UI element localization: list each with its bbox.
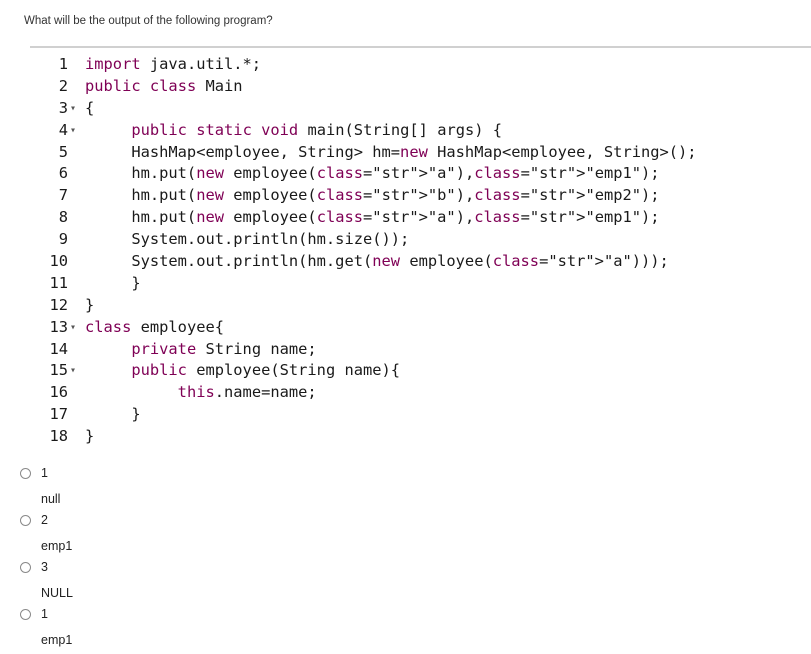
code-text: System.out.println(hm.get(new employee(c… [85,252,669,271]
code-text: hm.put(new employee(class="str">"a"),cla… [85,208,660,227]
line-number: 12 [49,295,68,314]
code-line: 16 this.name=name; [30,382,811,404]
code-text: class employee{ [85,317,225,336]
line-number: 17 [49,405,68,424]
code-line: 13 ▾ class employee{ [30,317,811,339]
radio-button[interactable] [20,562,31,573]
line-number: 9 [58,230,68,249]
code-line: 18} [30,426,811,448]
code-line: 10 System.out.println(hm.get(new employe… [30,251,811,273]
code-line: 7 hm.put(new employee(class="str">"b"),c… [30,185,811,207]
option-line-2: NULL [41,586,73,600]
line-number: 4 [58,120,68,139]
line-number: 14 [49,339,68,358]
line-number: 8 [58,208,68,227]
code-text: System.out.println(hm.size()); [85,230,410,249]
option-line-2: null [41,492,61,506]
fold-toggle-icon[interactable]: ▾ [70,360,80,382]
question-text: What will be the output of the following… [24,15,273,27]
code-line: 4 ▾ public static void main(String[] args… [30,120,811,142]
line-number: 11 [49,273,68,292]
code-text: { [85,98,95,117]
code-line: 11 } [30,273,811,295]
code-text: public static void main(String[] args) { [131,120,503,139]
code-line: 3 ▾ { [30,98,811,120]
line-number: 6 [58,164,68,183]
fold-toggle-icon[interactable]: ▾ [70,120,80,142]
code-lines: 1 import java.util.*; 2 public class Main 3 ▾… [30,54,811,448]
line-number: 16 [49,383,68,402]
radio-button[interactable] [20,515,31,526]
line-number: 7 [58,186,68,205]
fold-toggle-icon[interactable]: ▾ [70,98,80,120]
line-number: 18 [49,427,68,446]
code-text: } [85,273,141,292]
code-line: 2 public class Main [30,76,811,98]
code-text: this.name=name; [177,383,317,402]
line-number: 3 [58,98,68,117]
code-text: public class Main [85,76,243,95]
radio-button[interactable] [20,468,31,479]
code-line: 1 import java.util.*; [30,54,811,76]
line-number: 13 [49,317,68,336]
option-line-1: 3 [41,560,48,574]
option-line-1: 1 [41,607,48,621]
line-number: 10 [49,252,68,271]
radio-button[interactable] [20,609,31,620]
code-line: 9 System.out.println(hm.size()); [30,229,811,251]
option-line-2: emp1 [41,539,73,553]
line-number: 5 [58,142,68,161]
line-number: 15 [49,361,68,380]
code-text: HashMap<employee, String> hm=new HashMap… [85,142,697,161]
code-line: 6 hm.put(new employee(class="str">"a"),c… [30,163,811,185]
code-text: } [85,295,95,314]
code-line: 14 private String name; [30,339,811,361]
code-text: import java.util.*; [85,55,262,73]
code-text: hm.put(new employee(class="str">"b"),cla… [85,186,660,205]
code-text: public employee(String name){ [131,361,401,380]
option-line-1: 2 [41,513,48,527]
option-line-2: emp1 [41,633,73,647]
fold-toggle-icon[interactable]: ▾ [70,317,80,339]
code-line: 15 ▾ public employee(String name){ [30,360,811,382]
code-line: 8 hm.put(new employee(class="str">"a"),c… [30,207,811,229]
option-line-1: 1 [41,466,48,480]
code-block: 1 import java.util.*; 2 public class Main 3 ▾… [30,46,811,445]
code-text: hm.put(new employee(class="str">"a"),cla… [85,164,660,183]
code-text: } [85,405,141,424]
code-text: } [85,427,95,446]
code-line: 5 HashMap<employee, String> hm=new HashM… [30,142,811,164]
code-line: 17 } [30,404,811,426]
code-text: private String name; [131,339,317,358]
line-number: 2 [58,76,68,95]
code-line: 12} [30,295,811,317]
line-number: 1 [58,55,68,73]
